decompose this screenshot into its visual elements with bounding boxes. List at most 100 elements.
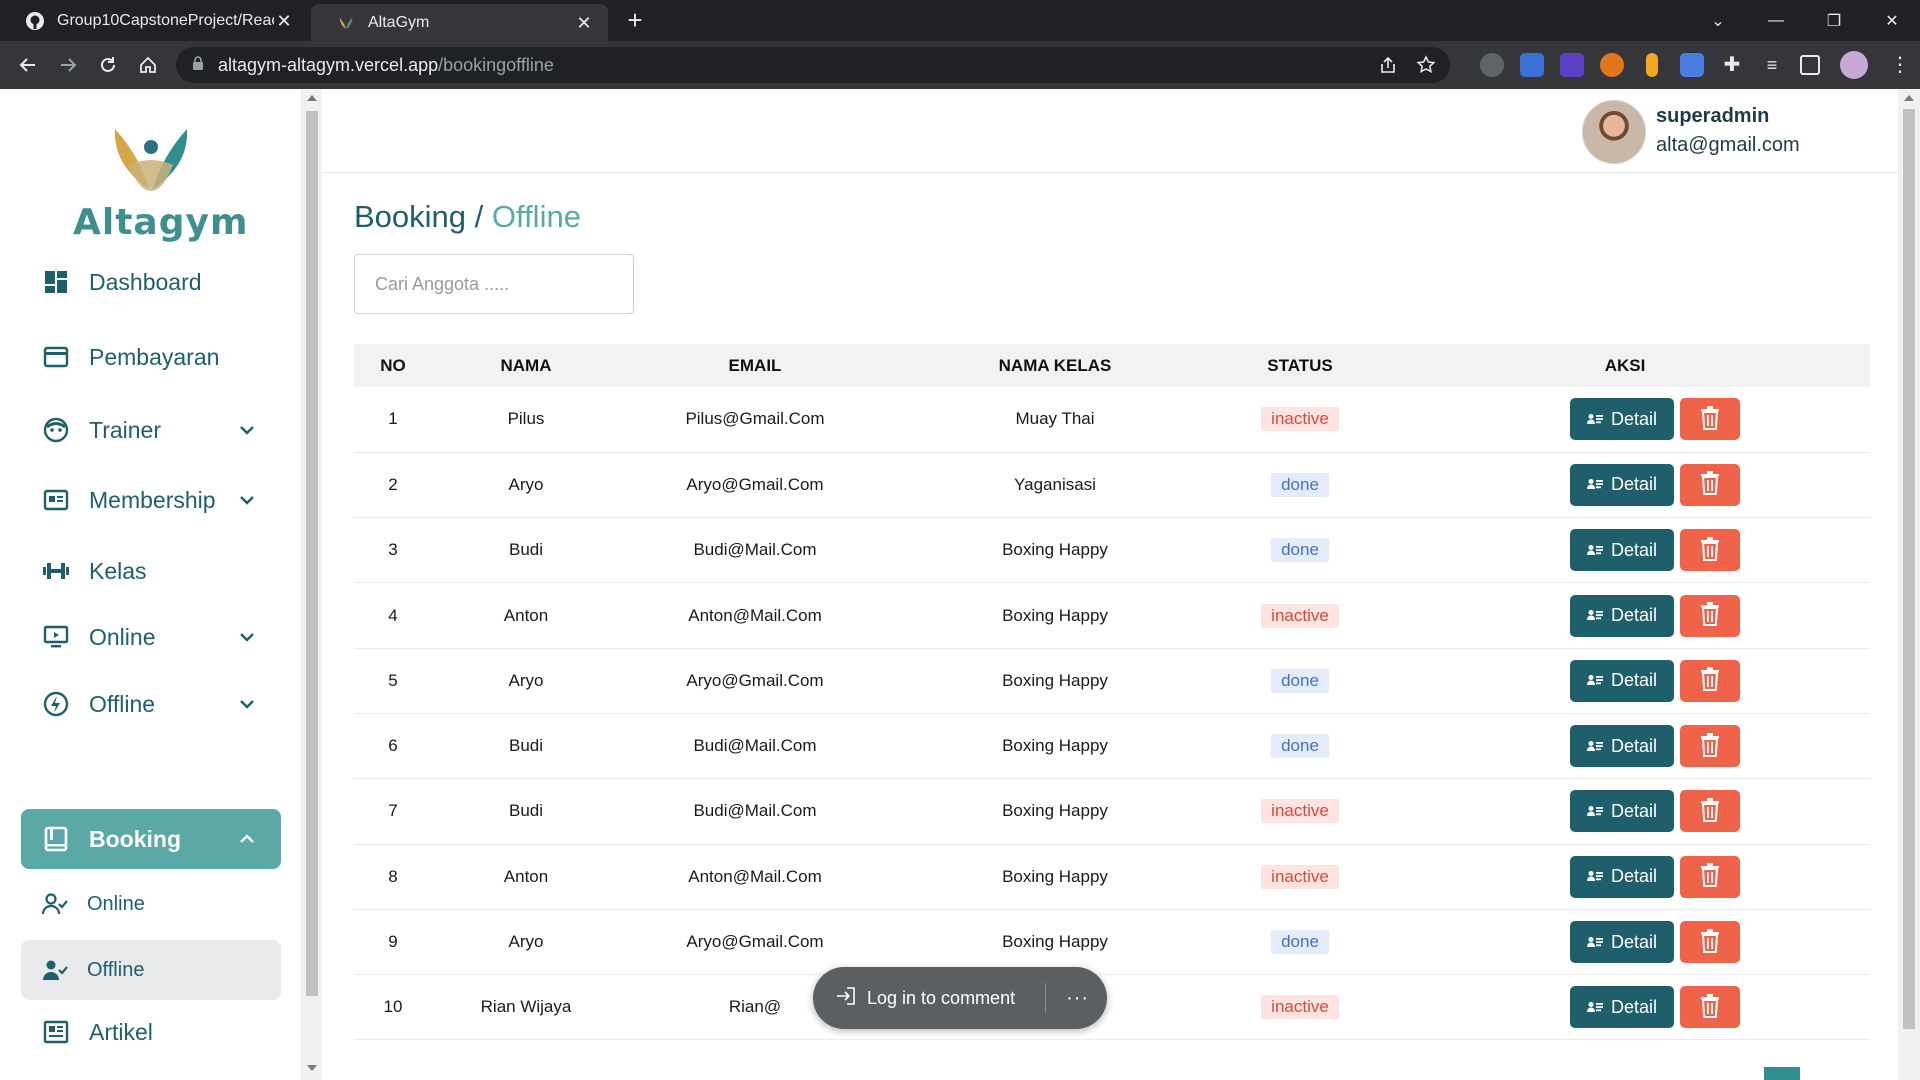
media-icon[interactable]: ≡ [1760, 53, 1784, 77]
url-path: /bookingoffline [438, 54, 554, 75]
minimize-icon[interactable]: — [1748, 0, 1804, 41]
cell-nama: Aryo [432, 648, 620, 714]
scroll-up-arrow-icon[interactable] [307, 95, 317, 101]
cell-email: Aryo@Gmail.Com [620, 648, 890, 714]
metamask-icon[interactable] [1600, 53, 1624, 77]
detail-button[interactable]: Detail [1570, 594, 1674, 637]
cell-aksi: Detail [1380, 648, 1870, 714]
sidebar-item-online[interactable]: Online [21, 608, 281, 666]
cell-status: done [1220, 909, 1380, 976]
browser-toolbar: altagym-altagym.vercel.app /bookingoffli… [0, 41, 1920, 89]
scroll-up-arrow-icon[interactable] [1904, 95, 1914, 101]
detail-button[interactable]: Detail [1570, 529, 1674, 572]
sidebar-item-booking[interactable]: Booking [21, 809, 281, 869]
cell-email: Aryo@Gmail.Com [620, 909, 890, 976]
restore-icon[interactable]: ❐ [1806, 0, 1862, 41]
search-member-input[interactable] [354, 254, 634, 314]
sidebar-item-offline[interactable]: Offline [21, 675, 281, 733]
puzzle-extensions-icon[interactable]: ✚ [1720, 53, 1744, 77]
extension-icon[interactable] [1480, 53, 1504, 77]
sidebar-item-label: Booking [89, 825, 181, 852]
detail-button[interactable]: Detail [1570, 725, 1674, 768]
scrollbar-thumb[interactable] [306, 111, 318, 996]
extension-icon[interactable] [1646, 53, 1658, 77]
delete-button[interactable] [1680, 855, 1740, 898]
bookmark-star-icon[interactable] [1416, 55, 1436, 80]
avatar[interactable] [1582, 100, 1646, 164]
scrollbar-thumb[interactable] [1903, 109, 1915, 1029]
tab-altagym[interactable]: AltaGym ✕ [311, 4, 608, 41]
delete-button[interactable] [1680, 659, 1740, 702]
altagym-logo-icon [109, 125, 233, 202]
delete-button[interactable] [1680, 921, 1740, 964]
sidebar-scrollbar[interactable] [302, 89, 322, 1080]
reload-icon[interactable] [92, 49, 124, 81]
scroll-down-arrow-icon[interactable] [307, 1065, 317, 1071]
close-tab-icon[interactable]: ✕ [274, 11, 294, 31]
column-header-status: STATUS [1220, 344, 1380, 387]
dashboard-icon [41, 267, 71, 297]
column-header-email: EMAIL [620, 344, 890, 387]
brand-logo[interactable]: Altagym [73, 125, 249, 243]
delete-button[interactable] [1680, 725, 1740, 768]
cell-email: Budi@Mail.Com [620, 778, 890, 845]
chevron-down-icon [235, 692, 259, 716]
sidebar-item-trainer[interactable]: Trainer [21, 401, 281, 459]
home-icon[interactable] [132, 49, 164, 81]
sidebar-item-kelas[interactable]: Kelas [21, 542, 281, 600]
tab-github[interactable]: Group10CapstoneProject/React ✕ [0, 0, 308, 41]
sidebar-subitem-booking-offline[interactable]: Offline [21, 940, 281, 1000]
sidebar-subitem-booking-online[interactable]: Online [21, 874, 281, 934]
detail-button[interactable]: Detail [1570, 790, 1674, 833]
sidebar-subitem-label: Offline [87, 958, 145, 981]
cell-status: done [1220, 452, 1380, 519]
sidebar-item-pembayaran[interactable]: Pembayaran [21, 328, 281, 386]
breadcrumb-parent[interactable]: Booking [354, 199, 466, 234]
close-window-icon[interactable]: ✕ [1864, 0, 1920, 41]
delete-button[interactable] [1680, 529, 1740, 572]
back-icon[interactable] [12, 49, 44, 81]
profile-avatar[interactable] [1840, 51, 1868, 79]
forward-icon[interactable] [52, 49, 84, 81]
delete-button[interactable] [1680, 986, 1740, 1029]
delete-button[interactable] [1680, 594, 1740, 637]
detail-button[interactable]: Detail [1570, 921, 1674, 964]
cell-status: inactive [1220, 778, 1380, 845]
cell-nama: Pilus [432, 387, 620, 453]
cell-email: Pilus@Gmail.Com [620, 387, 890, 453]
detail-button[interactable]: Detail [1570, 855, 1674, 898]
address-bar[interactable]: altagym-altagym.vercel.app /bookingoffli… [176, 47, 1450, 83]
detail-button[interactable]: Detail [1570, 398, 1674, 441]
side-panel-icon[interactable] [1800, 55, 1820, 75]
id-card-icon [1586, 866, 1603, 887]
trash-icon [1700, 602, 1720, 629]
extension-icon[interactable] [1680, 53, 1704, 77]
sidebar-item-dashboard[interactable]: Dashboard [21, 253, 281, 311]
tab-search-icon[interactable]: ⌄ [1690, 0, 1746, 41]
sidebar-item-membership[interactable]: Membership [21, 471, 281, 529]
url-host: altagym-altagym.vercel.app [218, 54, 439, 75]
page-scrollbar[interactable] [1898, 89, 1920, 1080]
detail-button[interactable]: Detail [1570, 986, 1674, 1029]
column-header-nama: NAMA [432, 344, 620, 387]
more-options-icon[interactable]: ··· [1066, 987, 1089, 1010]
brand-name: Altagym [73, 202, 249, 243]
detail-button[interactable]: Detail [1570, 659, 1674, 702]
share-icon[interactable] [1378, 55, 1398, 80]
extension-icon[interactable] [1560, 53, 1584, 77]
sidebar-item-artikel[interactable]: Artikel [21, 1003, 281, 1061]
login-comment-toast[interactable]: Log in to comment ··· [813, 967, 1107, 1029]
translate-extension-icon[interactable] [1520, 53, 1544, 77]
delete-button[interactable] [1680, 790, 1740, 833]
github-icon [25, 11, 45, 31]
user-email: alta@gmail.com [1656, 134, 1800, 156]
trash-icon [1700, 536, 1720, 564]
cell-no: 5 [354, 648, 432, 714]
close-tab-icon[interactable]: ✕ [574, 13, 594, 33]
delete-button[interactable] [1680, 398, 1740, 441]
new-tab-button[interactable]: + [620, 6, 650, 36]
cell-nama-kelas: Yaganisasi [890, 452, 1220, 519]
delete-button[interactable] [1680, 463, 1740, 506]
detail-button[interactable]: Detail [1570, 463, 1674, 506]
menu-kebab-icon[interactable]: ⋮ [1888, 53, 1912, 77]
